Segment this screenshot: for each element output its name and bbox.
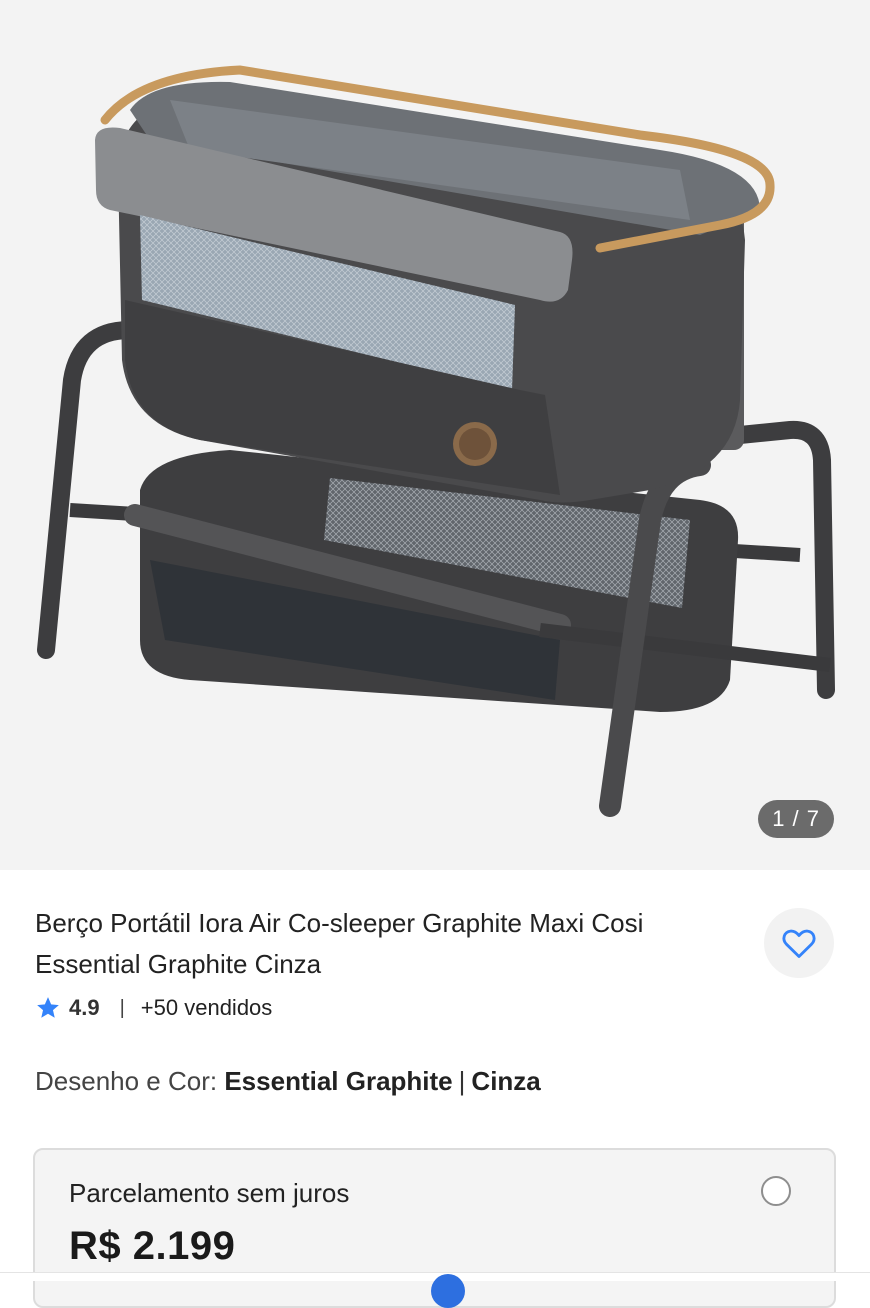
heart-icon [782,929,816,958]
variant-color: Cinza [471,1066,541,1096]
star-icon [37,997,59,1018]
payment-option-label: Parcelamento sem juros [69,1178,350,1208]
favorite-button[interactable] [764,908,834,978]
radio-icon[interactable] [761,1176,791,1206]
variant-divider: | [458,1066,466,1096]
variant-label: Desenho e Cor: [35,1066,218,1096]
product-image-gallery[interactable]: 1 / 7 [0,0,870,870]
price-amount: R$ 2.199 [69,1224,236,1268]
variant-selector[interactable]: Desenho e Cor: Essential Graphite | Cinza [35,1066,541,1097]
sold-count: +50 vendidos [140,995,273,1020]
image-counter: 1 / 7 [758,800,834,838]
product-image[interactable] [0,0,870,870]
variant-design: Essential Graphite [224,1066,453,1096]
rating-score: 4.9 [69,995,100,1020]
scroll-indicator [431,1274,465,1308]
product-title: Berço Portátil Iora Air Co-sleeper Graph… [35,908,644,979]
rating-summary[interactable]: 4.9 | +50 vendidos [35,988,272,1028]
rating-separator: | [119,996,125,1019]
